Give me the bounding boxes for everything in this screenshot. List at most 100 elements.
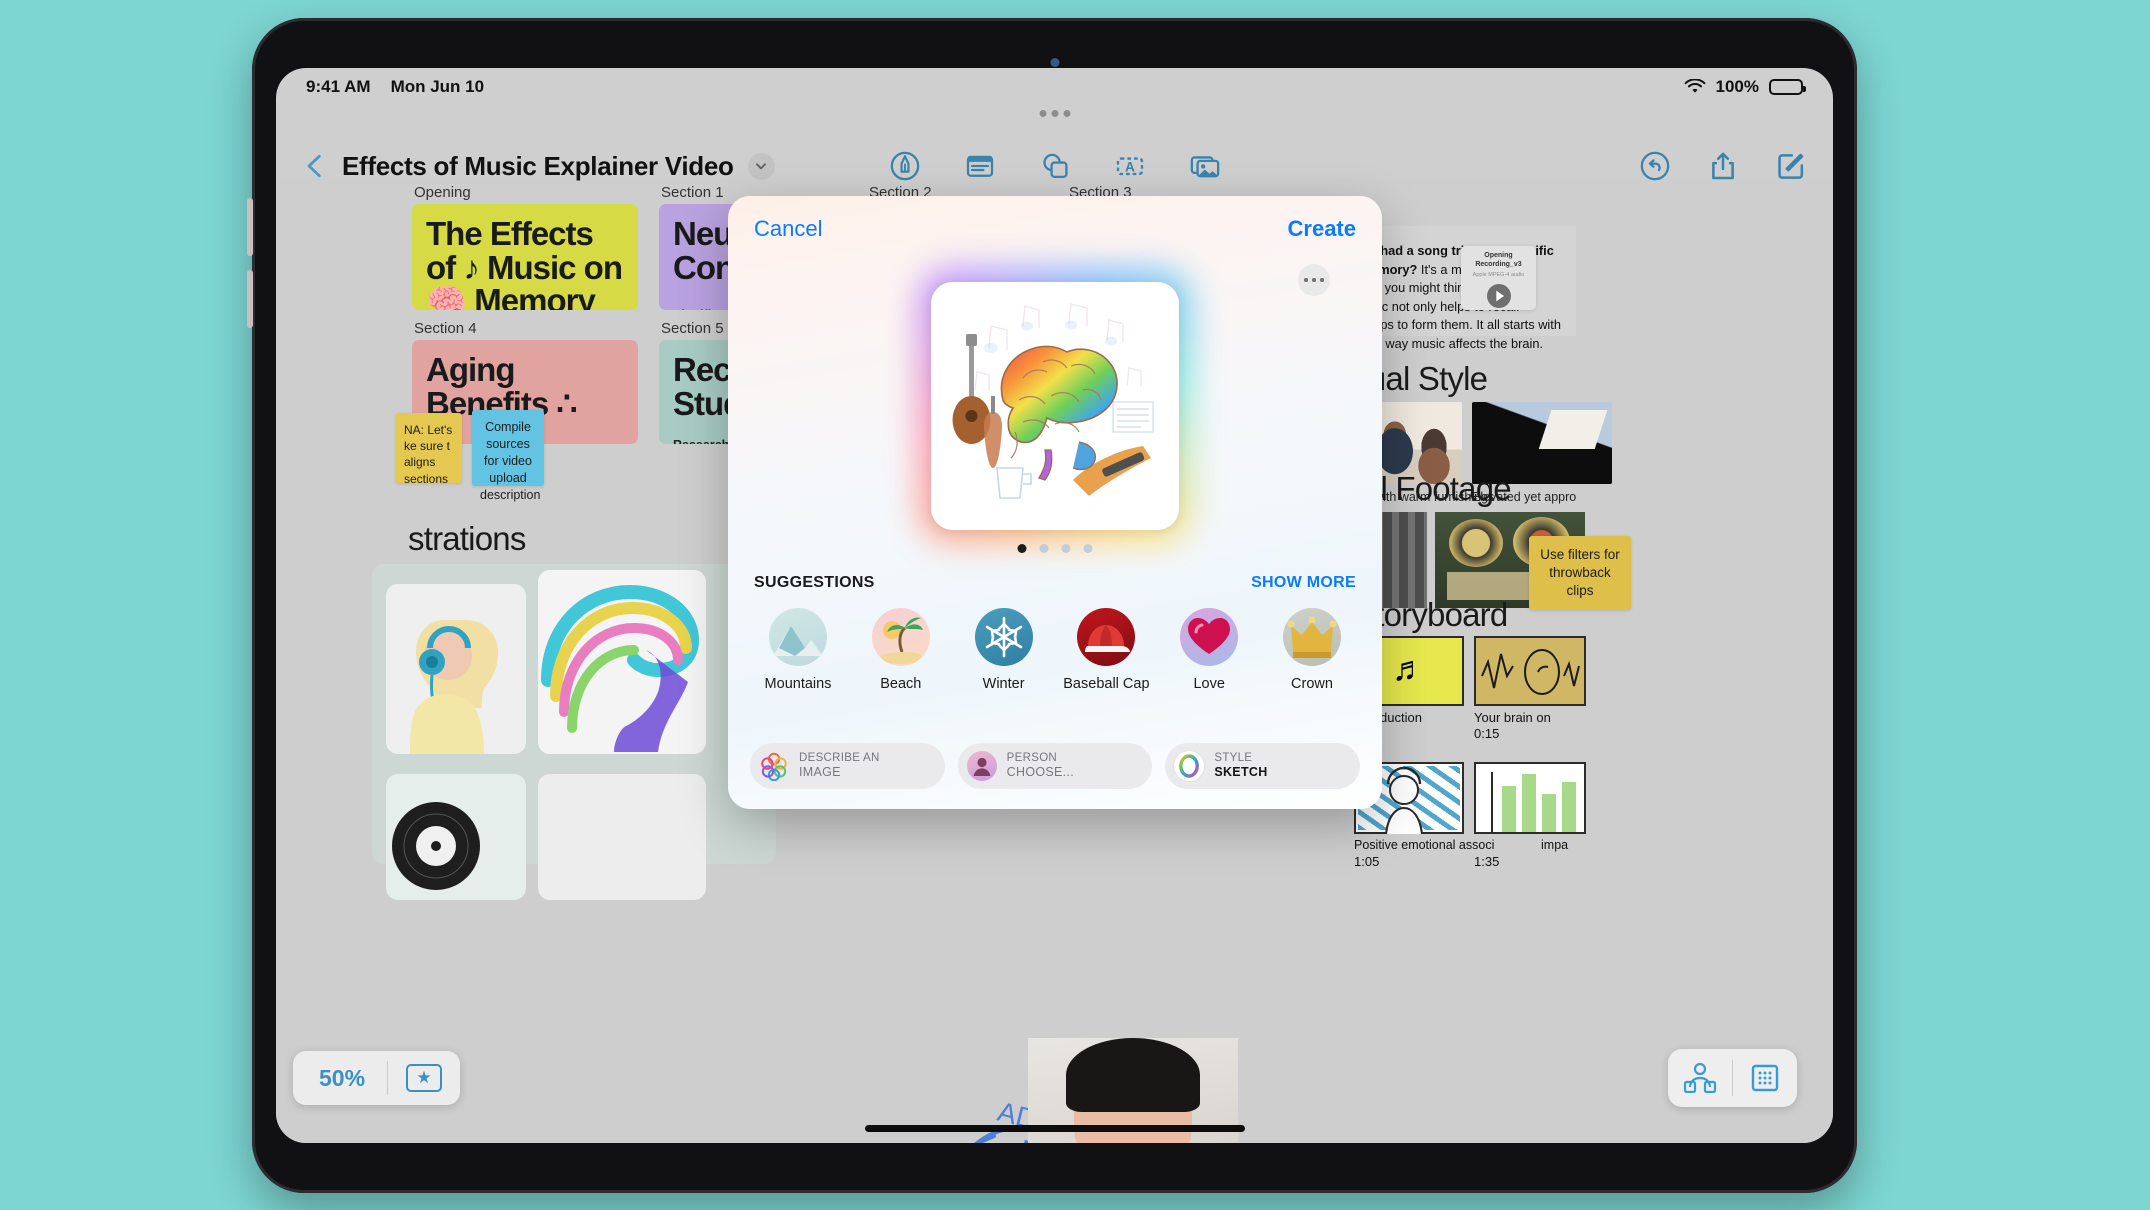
share-icon[interactable] — [1707, 150, 1739, 182]
storyboard-time: 1:05 — [1354, 854, 1380, 869]
suggestion-beach[interactable]: Beach — [853, 608, 949, 692]
grid-square-icon[interactable] — [1733, 1063, 1797, 1093]
crown-icon — [1282, 608, 1341, 666]
sticky-note[interactable]: Compile sources for video upload descrip… — [472, 410, 544, 502]
storyboard-label: impa — [1541, 838, 1569, 852]
bottom-right-toolbar[interactable] — [1668, 1049, 1797, 1107]
modal-header: Cancel Create — [728, 196, 1382, 262]
ellipsis-icon[interactable] — [1298, 264, 1330, 296]
ipad-screen: 9:41 AM Mon Jun 10 100% Effects of Music… — [276, 68, 1833, 1143]
front-camera — [1050, 58, 1059, 67]
nav-bar: Effects of Music Explainer Video A — [276, 130, 1833, 202]
sticky-note[interactable]: NA: Let's ke sure t aligns sections — [396, 413, 462, 486]
illustration-card-2[interactable] — [538, 570, 706, 754]
person-pill[interactable]: PERSON CHOOSE... — [957, 743, 1153, 789]
snowflake-icon — [974, 608, 1033, 666]
page-dot[interactable] — [1039, 544, 1049, 553]
generated-image-container[interactable] — [915, 266, 1195, 546]
status-time: 9:41 AM — [306, 77, 371, 96]
heart-icon — [1180, 608, 1239, 666]
screenshot-root: 9:41 AM Mon Jun 10 100% Effects of Music… — [0, 0, 2150, 1210]
sticky-note-icon[interactable] — [964, 150, 996, 182]
page-dot[interactable] — [1061, 544, 1071, 553]
zoom-control-bar[interactable]: 50% ★ — [293, 1051, 461, 1105]
suggestion-label: Mountains — [764, 676, 832, 692]
status-bar: 9:41 AM Mon Jun 10 100% — [276, 68, 1833, 106]
page-title: Effects of Music Explainer Video — [342, 150, 734, 181]
cancel-button[interactable]: Cancel — [754, 216, 822, 242]
card-opening[interactable]: The Effects of ♪ Music on 🧠 Memory A cog… — [412, 204, 638, 310]
pill-key: STYLE — [1214, 752, 1253, 765]
suggestion-label: Beach — [880, 676, 922, 692]
pill-key: PERSON — [1006, 752, 1058, 765]
storyboard-label: Your brain on — [1474, 710, 1551, 725]
generated-image[interactable] — [931, 282, 1179, 530]
right-toolbar — [1639, 150, 1807, 182]
describe-image-pill[interactable]: DESCRIBE AN IMAGE — [750, 743, 945, 789]
suggestion-baseball-cap[interactable]: Baseball Cap — [1058, 608, 1154, 692]
image-playground-modal: Cancel Create SUGGESTIONS SHOW MORE Moun… — [728, 196, 1382, 809]
suggestion-winter[interactable]: Winter — [956, 608, 1052, 692]
chevron-down-icon[interactable] — [747, 152, 775, 180]
chevron-left-icon[interactable] — [302, 153, 328, 179]
suggestion-label: Baseball Cap — [1063, 676, 1150, 692]
suggestion-label: Love — [1193, 676, 1225, 692]
pill-value: SKETCH — [1214, 765, 1268, 780]
storyboard-frame[interactable] — [1474, 762, 1586, 834]
section-label: Section 4 — [414, 320, 477, 337]
compose-icon[interactable] — [1775, 150, 1807, 182]
image-playground-icon — [759, 751, 789, 782]
suggestion-love[interactable]: Love — [1161, 608, 1257, 692]
volume-up-button[interactable] — [247, 198, 253, 256]
options-row: DESCRIBE AN IMAGE PERSON CHOOSE... STYLE… — [750, 743, 1361, 789]
illustration-card-1[interactable] — [386, 584, 526, 754]
show-more-button[interactable]: SHOW MORE — [1251, 574, 1356, 592]
suggestion-mountains[interactable]: Mountains — [750, 608, 846, 692]
baseball-cap-icon — [1077, 608, 1136, 666]
shapes-icon[interactable] — [1039, 150, 1071, 182]
pill-value: CHOOSE... — [1006, 765, 1074, 780]
window-controls-dots[interactable] — [1039, 110, 1070, 117]
mountains-icon — [769, 608, 827, 666]
play-icon[interactable] — [1486, 283, 1512, 309]
star-icon[interactable]: ★ — [406, 1064, 443, 1092]
illustration-card-4[interactable] — [538, 774, 706, 900]
home-indicator[interactable] — [864, 1125, 1245, 1132]
text-box-icon[interactable]: A — [1114, 150, 1146, 182]
suggestion-label: Winter — [982, 676, 1025, 692]
board-title-illustrations: strations — [408, 520, 526, 557]
storyboard-time: 0:15 — [1474, 726, 1500, 741]
suggestions-row: Mountains Beach Winter Baseball Cap Love… — [750, 608, 1360, 692]
photos-icon[interactable] — [1189, 150, 1221, 182]
create-button[interactable]: Create — [1288, 216, 1356, 242]
illustration-card-3[interactable] — [386, 774, 526, 900]
palm-tree-icon — [871, 608, 930, 666]
suggestion-crown[interactable]: Crown — [1264, 608, 1360, 692]
pill-key: DESCRIBE AN — [799, 752, 880, 765]
style-ring-icon — [1174, 751, 1205, 781]
audio-card-title: Opening Recording_v3 — [1475, 252, 1522, 268]
page-dot[interactable] — [1083, 544, 1093, 553]
wifi-icon — [1684, 79, 1705, 93]
rainbow-brain-sketch — [931, 282, 1179, 530]
sticky-note[interactable]: Use filters for throwback clips — [1529, 536, 1631, 610]
audio-card[interactable]: Opening Recording_v3 Apple MPEG-4 audio — [1461, 246, 1536, 310]
page-dot[interactable] — [1017, 544, 1027, 553]
page-indicator[interactable] — [1017, 544, 1093, 553]
connector-nodes-icon[interactable] — [1668, 1063, 1732, 1093]
audio-card-subtitle: Apple MPEG-4 audio — [1472, 271, 1525, 278]
section-label: Section 5 — [661, 320, 724, 337]
pen-circle-icon[interactable] — [889, 150, 921, 182]
storyboard-frame[interactable] — [1474, 636, 1586, 706]
suggestions-title: SUGGESTIONS — [754, 574, 875, 591]
undo-icon[interactable] — [1639, 150, 1671, 182]
pill-value: IMAGE — [799, 765, 841, 780]
person-icon — [966, 751, 997, 781]
card-title: The Effects of ♪ Music on 🧠 Memory — [426, 215, 623, 310]
center-toolbar: A — [889, 150, 1221, 182]
volume-down-button[interactable] — [247, 270, 253, 328]
battery-percent: 100% — [1715, 77, 1759, 96]
storyboard-label: Positive emotional associ — [1354, 838, 1495, 852]
style-pill[interactable]: STYLE SKETCH — [1165, 743, 1361, 789]
zoom-level-label[interactable]: 50% — [293, 1065, 387, 1092]
